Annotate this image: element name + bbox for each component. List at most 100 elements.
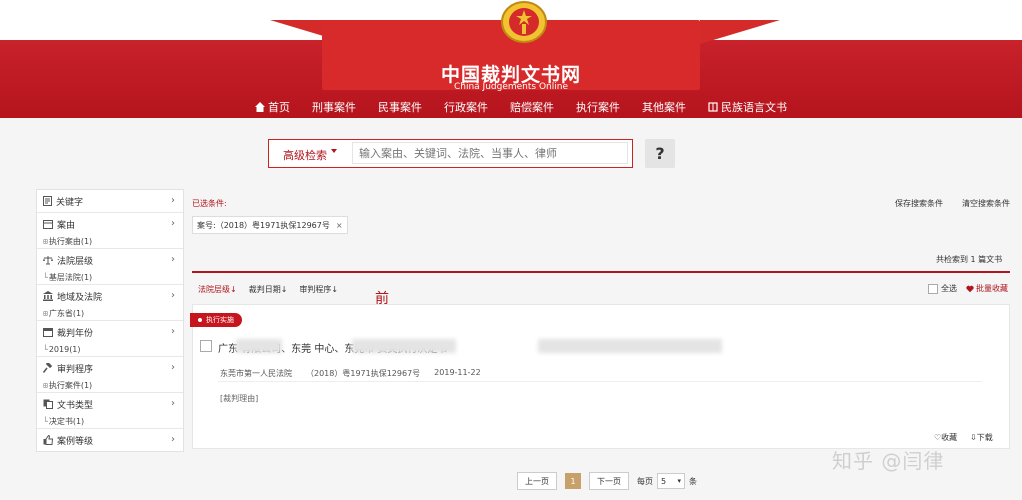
search-input[interactable] [352,142,628,164]
sidebar-group-year[interactable]: 裁判年份 › └ 2019(1) [37,321,183,357]
sidebar-subitem[interactable]: ⊞ 执行案件(1) [37,379,183,392]
select-all-checkbox[interactable]: 全选 [928,283,957,294]
tree-plus-icon: ⊞ [43,381,48,390]
nav-compensation[interactable]: 赔偿案件 [510,97,554,117]
nav-ethnic-language[interactable]: 民族语言文书 [708,97,787,117]
save-search-button[interactable]: 保存搜索条件 [895,198,943,209]
sidebar-subitem[interactable]: └ 决定书(1) [37,415,183,428]
advanced-search-toggle[interactable]: 高级检索 [283,147,327,163]
gavel-icon [43,363,53,373]
arrow-down-icon: ↓ [280,285,288,294]
book-icon [708,102,718,112]
checkbox-box[interactable] [928,283,938,294]
heart-icon [966,285,974,292]
sidebar-group-procedure[interactable]: 审判程序 › ⊞ 执行案件(1) [37,357,183,393]
sort-court-level[interactable]: 法院层级↓ [198,284,237,295]
sidebar-group-case-level[interactable]: 案例等级 › [37,429,183,451]
filter-tag: 案号:（2018）粤1971执保12967号 × [192,216,348,234]
divider [192,271,1010,273]
selected-conditions-label: 已选条件: [192,199,227,208]
chevron-right-icon: › [171,218,175,229]
close-icon[interactable]: × [336,221,343,230]
sort-label: 审判程序 [299,285,332,294]
prev-page-button[interactable]: 上一页 [517,472,557,490]
collect-label: 收藏 [941,433,958,442]
result-case-number: （2018）粤1971执保12967号 [306,369,421,378]
sidebar-head[interactable]: 案例等级 › [37,429,183,451]
chevron-right-icon: › [171,326,175,337]
sidebar-head[interactable]: 审判程序 › [37,357,183,379]
nav-administrative[interactable]: 行政案件 [444,97,488,117]
next-page-button[interactable]: 下一页 [589,472,629,490]
chevron-right-icon: › [171,290,175,301]
redaction-blur [236,339,282,353]
sidebar-group-region[interactable]: 地域及法院 › ⊞ 广东省(1) [37,285,183,321]
batch-save-button[interactable]: 批量收藏 [966,283,1008,294]
chevron-right-icon: › [171,254,175,265]
chevron-right-icon: › [171,434,175,445]
sidebar-head[interactable]: 裁判年份 › [37,321,183,343]
documents-icon [43,399,53,409]
badge-label: 执行实施 [206,316,234,324]
nav-criminal[interactable]: 刑事案件 [312,97,356,117]
help-button[interactable]: ? [645,139,675,168]
sidebar-head[interactable]: 关键字 › [37,190,183,212]
sidebar-group-court-level[interactable]: 法院层级 › └ 基层法院(1) [37,249,183,285]
judgment-reason-link[interactable]: [裁判理由] [220,393,258,404]
result-checkbox[interactable] [200,340,212,352]
sidebar-group-cause[interactable]: 案由 › ⊞ 执行案由(1) [37,213,183,249]
nav-label: 行政案件 [444,101,488,114]
nav-label: 民事案件 [378,101,422,114]
nav-execution[interactable]: 执行案件 [576,97,620,117]
sort-procedure[interactable]: 审判程序↓ [299,284,338,295]
nav-other[interactable]: 其他案件 [642,97,686,117]
nav-home[interactable]: 首页 [255,97,290,117]
calendar-icon [43,328,53,337]
batch-save-label: 批量收藏 [976,284,1008,293]
sidebar-head[interactable]: 法院层级 › [37,249,183,271]
sidebar-subitem[interactable]: └ 基层法院(1) [37,271,183,284]
card-divider [218,381,982,382]
chevron-right-icon: › [171,195,175,206]
download-button[interactable]: ⇩下载 [970,432,993,443]
tree-plus-icon: ⊞ [43,237,48,246]
scales-icon [43,256,53,265]
sidebar-subitem[interactable]: ⊞ 广东省(1) [37,307,183,320]
sidebar-subitem[interactable]: └ 2019(1) [37,343,183,356]
sidebar-subitem[interactable]: ⊞ 执行案由(1) [37,235,183,248]
nav-label: 执行案件 [576,101,620,114]
sidebar-group-keyword[interactable]: 关键字 › [37,190,183,213]
select-all-label: 全选 [941,284,957,293]
tree-branch-icon: └ [43,273,48,282]
thumbs-up-icon [43,435,53,445]
sidebar-head[interactable]: 文书类型 › [37,393,183,415]
sidebar-sub-label: 执行案件(1) [48,381,93,390]
clear-search-button[interactable]: 清空搜索条件 [962,198,1010,209]
main-nav: 首页 刑事案件 民事案件 行政案件 赔偿案件 执行案件 其他案件 民族语言文书 [255,97,809,117]
nav-label: 首页 [268,101,290,114]
sidebar-head[interactable]: 地域及法院 › [37,285,183,307]
pagination: 上一页 1 下一页 每页 5 ▾ 条 [517,472,697,490]
sort-label: 裁判日期 [248,285,281,294]
arrow-down-icon: ↓ [230,285,237,294]
collect-button[interactable]: ♡收藏 [934,432,957,443]
caret-down-icon [331,149,337,153]
nav-civil[interactable]: 民事案件 [378,97,422,117]
sidebar-group-doc-type[interactable]: 文书类型 › └ 决定书(1) [37,393,183,429]
download-label: 下载 [976,433,993,442]
result-count: 共检索到 1 篇文书 [936,255,1003,264]
per-page-select[interactable]: 5 ▾ [657,473,685,489]
nav-label: 赔偿案件 [510,101,554,114]
sidebar-label: 裁判年份 [57,328,94,339]
tree-branch-icon: └ [43,417,48,426]
home-icon [255,102,265,112]
sidebar-label: 审判程序 [57,364,94,375]
download-icon: ⇩ [970,433,977,442]
sidebar-sub-label: 基层法院(1) [48,273,93,282]
sort-date[interactable]: 裁判日期↓ [249,284,288,295]
sidebar-sub-label: 广东省(1) [48,309,85,318]
court-emblem-icon [500,0,548,44]
page-number-current[interactable]: 1 [565,473,581,489]
filter-sidebar: 关键字 › 案由 › ⊞ 执行案由(1) 法院层级 › └ 基层法院(1) 地域及法… [36,189,184,452]
sidebar-head[interactable]: 案由 › [37,213,183,235]
